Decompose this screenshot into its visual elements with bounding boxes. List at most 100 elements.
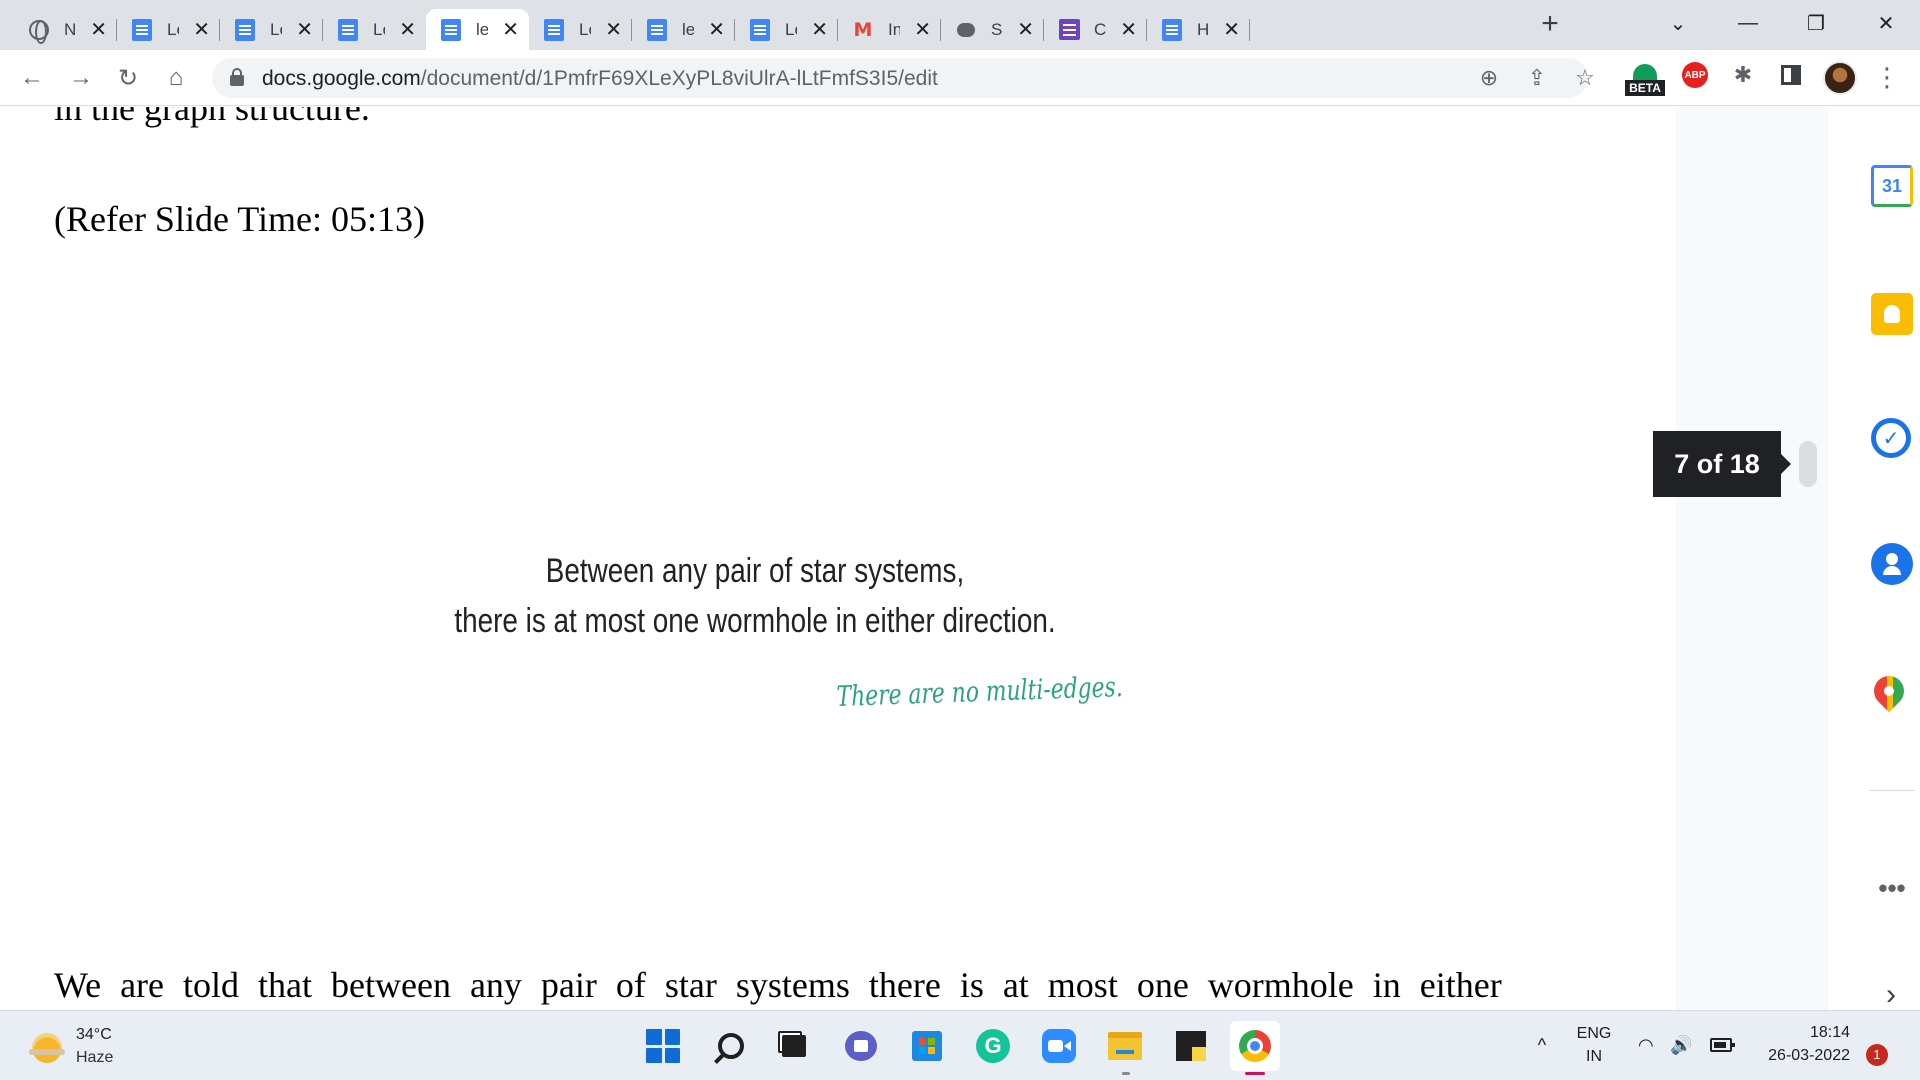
grammarly-button[interactable]: G [974,1027,1012,1065]
tab-close-icon[interactable]: ✕ [193,19,210,41]
tab-11[interactable]: Hid ✕ [1147,9,1250,50]
address-bar[interactable]: docs.google.com/document/d/1PmfrF69XLeXy… [212,58,1595,98]
folder-icon [1108,1032,1142,1060]
home-icon: ⌂ [168,64,184,91]
url-text[interactable]: docs.google.com/document/d/1PmfrF69XLeXy… [262,67,938,91]
slide-text-line-1: Between any pair of star systems, [545,552,965,590]
docs-icon [337,18,359,41]
google-calendar-icon[interactable]: 31 [1871,165,1913,207]
tab-title: lec3 [682,19,695,39]
beta-extension-icon[interactable]: BETA [1625,62,1665,96]
show-hidden-icons-chevron-icon[interactable]: ^ [1532,1035,1552,1055]
reload-button[interactable]: ↻ [112,62,144,94]
sticky-notes-button[interactable] [1172,1027,1210,1065]
clock-date: 26-03-2022 [1768,1047,1850,1064]
google-keep-icon[interactable] [1871,293,1913,335]
new-tab-button[interactable]: + [1535,9,1565,40]
forward-arrow-icon: → [69,64,93,91]
tab-title: Lec [579,19,591,39]
tab-title: Hid [1197,19,1210,39]
task-view-button[interactable] [776,1027,814,1065]
docs-icon [749,18,771,41]
zoom-app-button[interactable] [1040,1027,1078,1065]
tab-search-button[interactable]: ⌄ [1648,4,1708,42]
reload-icon: ↻ [117,64,139,92]
wifi-icon[interactable]: ◠ [1638,1035,1662,1055]
more-addons-icon[interactable]: ••• [1871,873,1913,903]
url-path: /document/d/1PmfrF69XLeXyPL8viUlrA-lLtFm… [420,67,938,90]
google-tasks-icon[interactable]: ✓ [1871,418,1911,458]
file-explorer-button[interactable] [1106,1027,1144,1065]
tab-close-icon[interactable]: ✕ [811,19,828,41]
tab-close-icon[interactable]: ✕ [1223,19,1240,41]
minimize-button[interactable]: — [1718,4,1778,42]
close-window-button[interactable]: ✕ [1856,4,1916,42]
bookmark-star-icon[interactable]: ☆ [1572,65,1598,91]
tab-8[interactable]: M Inb ✕ [838,9,941,50]
notification-badge[interactable]: 1 [1866,1044,1888,1066]
tab-close-icon[interactable]: ✕ [296,19,313,41]
tab-close-icon[interactable]: ✕ [914,19,931,41]
document-canvas[interactable]: in the graph structure. (Refer Slide Tim… [0,107,1676,1010]
docs-icon [131,18,153,41]
adblock-plus-icon[interactable]: ABP [1682,62,1708,88]
clock-time: 18:14 [1809,1024,1850,1041]
tab-3[interactable]: Lec ✕ [323,9,426,50]
volume-icon[interactable]: 🔊 [1670,1035,1696,1055]
tab-close-icon[interactable]: ✕ [1017,19,1034,41]
expand-panel-chevron-icon[interactable]: › [1873,978,1909,1012]
tab-close-icon[interactable]: ✕ [502,19,519,41]
tab-close-icon[interactable]: ✕ [708,19,725,41]
slide-handwritten-note: There are no multi-edges. [836,670,1124,713]
microsoft-store-button[interactable] [908,1027,946,1065]
page-indicator: 7 of 18 [1653,431,1781,497]
browser-toolbar: ← → ↻ ⌂ docs.google.com/document/d/1Pmfr… [0,50,1920,106]
previous-paragraph-tail: in the graph structure. [54,107,370,128]
tab-close-icon[interactable]: ✕ [399,19,416,41]
tab-title: Lec [270,19,282,39]
start-button[interactable] [644,1027,682,1065]
slide-time-reference: (Refer Slide Time: 05:13) [54,199,425,239]
tab-10[interactable]: Call ✕ [1044,9,1147,50]
tab-close-icon[interactable]: ✕ [1120,19,1137,41]
tab-5[interactable]: Lec ✕ [529,9,632,50]
tab-7[interactable]: Lec ✕ [735,9,838,50]
url-host: docs.google.com [262,67,421,90]
share-icon[interactable]: ⇪ [1524,65,1550,91]
chrome-button[interactable] [1236,1027,1274,1065]
tab-title: Scie [991,19,1003,39]
battery-icon[interactable] [1710,1038,1735,1052]
google-maps-icon[interactable] [1867,669,1911,713]
back-button[interactable]: ← [16,62,48,94]
search-icon [718,1033,744,1059]
extensions-puzzle-icon[interactable]: ✱ [1730,62,1756,88]
home-button[interactable]: ⌂ [160,62,192,94]
tab-0[interactable]: NPT ✕ [14,9,117,50]
search-button[interactable] [712,1027,750,1065]
tab-6[interactable]: lec3 ✕ [632,9,735,50]
tab-title: Inb [888,19,901,39]
globe-icon [28,19,50,44]
back-arrow-icon: ← [20,64,44,91]
side-panel-icon[interactable] [1778,62,1804,88]
tab-4[interactable]: lec3 ✕ [426,9,529,50]
windows-taskbar: 34°C Haze G ^ ENG IN ◠ 🔊 18:14 26-03-202… [0,1010,1920,1080]
google-contacts-icon[interactable] [1871,543,1913,585]
forward-button[interactable]: → [65,62,97,94]
tab-2[interactable]: Lec ✕ [220,9,323,50]
profile-avatar[interactable] [1823,61,1857,95]
restore-button[interactable]: ❐ [1786,4,1846,42]
tab-separator [1249,19,1250,41]
tab-close-icon[interactable]: ✕ [605,19,622,41]
docs-icon [1161,18,1183,41]
browser-menu-icon[interactable]: ⋮ [1874,62,1900,94]
tab-title: Lec [373,19,385,39]
teams-chat-button[interactable] [842,1027,880,1065]
lock-icon[interactable] [230,68,244,86]
tab-1[interactable]: Lec ✕ [117,9,220,50]
zoom-icon[interactable]: ⊕ [1476,65,1502,91]
gmail-icon: M [853,18,873,41]
tab-close-icon[interactable]: ✕ [90,19,107,41]
document-scrollbar-thumb[interactable] [1799,441,1817,487]
tab-9[interactable]: Scie ✕ [941,9,1044,50]
